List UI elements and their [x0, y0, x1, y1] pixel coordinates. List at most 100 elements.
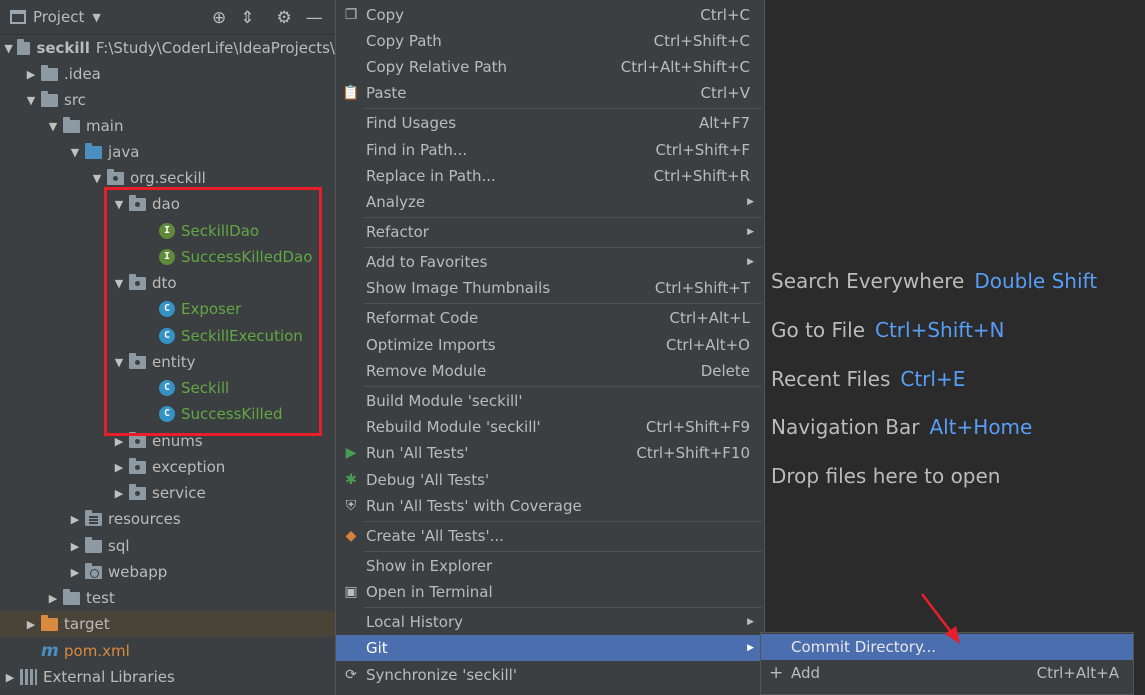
collapsed-arrow-icon[interactable]: ▶ [69, 513, 81, 526]
create-config-icon: ◆ [345, 528, 357, 544]
debug-bug-icon: ✱ [345, 472, 357, 488]
menu-item-build-module[interactable]: Build Module 'seckill' [336, 388, 764, 414]
collapsed-arrow-icon[interactable]: ▶ [69, 540, 81, 553]
chevron-down-icon[interactable]: ▼ [92, 11, 100, 24]
expanded-arrow-icon[interactable]: ▼ [69, 146, 81, 159]
hide-icon[interactable]: — [306, 8, 323, 28]
menu-item-synchronize[interactable]: ⟳ Synchronize 'seckill' [336, 662, 764, 688]
menu-item-show-in-explorer[interactable]: Show in Explorer [336, 553, 764, 579]
tree-node-external-libraries[interactable]: ▶ External Libraries [0, 664, 335, 690]
tree-node-exception[interactable]: ▶ exception [0, 454, 335, 480]
tree-node-service[interactable]: ▶ service [0, 480, 335, 506]
submenu-arrow-icon: ▶ [747, 643, 754, 653]
package-icon [107, 168, 124, 185]
hint-recent-files: Recent Files Ctrl+E [771, 367, 966, 391]
hint-search-everywhere: Search Everywhere Double Shift [771, 269, 1098, 293]
submenu-arrow-icon: ▶ [747, 197, 754, 207]
project-icon [10, 10, 26, 24]
menu-separator [364, 303, 762, 304]
copy-icon: ❐ [344, 7, 358, 23]
maven-icon: m [41, 641, 59, 661]
hint-navigation-bar: Navigation Bar Alt+Home [771, 415, 1033, 439]
hint-drop-files: Drop files here to open [771, 464, 1001, 488]
menu-separator [364, 607, 762, 608]
menu-item-remove-module[interactable]: Remove Module Delete [336, 358, 764, 384]
package-icon [129, 457, 146, 474]
menu-item-analyze[interactable]: Analyze ▶ [336, 189, 764, 215]
tree-node-main[interactable]: ▼ main [0, 113, 335, 139]
submenu-arrow-icon: ▶ [747, 227, 754, 237]
menu-item-create-all-tests[interactable]: ◆ Create 'All Tests'... [336, 523, 764, 549]
expanded-arrow-icon[interactable]: ▼ [47, 120, 59, 133]
tree-node-test[interactable]: ▶ test [0, 585, 335, 611]
menu-item-copy[interactable]: ❐ Copy Ctrl+C [336, 2, 764, 28]
menu-item-debug-all-tests[interactable]: ✱ Debug 'All Tests' [336, 467, 764, 493]
project-view-selector[interactable]: Project [33, 8, 84, 26]
locate-icon[interactable]: ⊕ [212, 8, 226, 28]
tree-node-webapp[interactable]: ▶ webapp [0, 559, 335, 585]
tree-node-seckill[interactable]: ▼ seckill F:\Study\CoderLife\IdeaProject… [0, 35, 335, 61]
collapsed-arrow-icon[interactable]: ▶ [69, 566, 81, 579]
menu-separator [364, 247, 762, 248]
highlight-annotation-box [104, 187, 322, 436]
package-icon [129, 483, 146, 500]
collapsed-arrow-icon[interactable]: ▶ [25, 68, 37, 81]
red-arrow-annotation [921, 593, 960, 644]
collapsed-arrow-icon[interactable]: ▶ [113, 435, 125, 448]
hint-go-to-file: Go to File Ctrl+Shift+N [771, 318, 1005, 342]
menu-item-optimize-imports[interactable]: Optimize Imports Ctrl+Alt+O [336, 332, 764, 358]
menu-item-copy-path[interactable]: Copy Path Ctrl+Shift+C [336, 28, 764, 54]
menu-item-find-in-path[interactable]: Find in Path... Ctrl+Shift+F [336, 137, 764, 163]
tree-node-resources[interactable]: ▶ resources [0, 506, 335, 532]
tree-node-pom-xml[interactable]: m pom.xml [0, 638, 335, 664]
gear-icon[interactable]: ⚙ [277, 8, 292, 28]
folder-icon [41, 64, 58, 81]
menu-item-refactor[interactable]: Refactor ▶ [336, 219, 764, 245]
excluded-folder-icon [41, 614, 58, 631]
collapsed-arrow-icon[interactable]: ▶ [113, 487, 125, 500]
expanded-arrow-icon[interactable]: ▼ [4, 42, 13, 55]
collapse-all-icon[interactable]: ⇕ [240, 8, 254, 28]
module-folder-icon [17, 38, 31, 55]
resources-folder-icon [85, 509, 102, 526]
collapsed-arrow-icon[interactable]: ▶ [113, 461, 125, 474]
project-panel: Project ▼ ⊕ ⇕ ⚙ — ▼ seckill F:\Study\Cod… [0, 0, 335, 695]
menu-item-copy-relative-path[interactable]: Copy Relative Path Ctrl+Alt+Shift+C [336, 54, 764, 80]
libraries-icon [20, 669, 37, 685]
expanded-arrow-icon[interactable]: ▼ [25, 94, 37, 107]
synchronize-icon: ⟳ [345, 667, 357, 683]
collapsed-arrow-icon[interactable]: ▶ [47, 592, 59, 605]
menu-item-run-with-coverage[interactable]: ⛨ Run 'All Tests' with Coverage [336, 493, 764, 519]
folder-icon [63, 588, 80, 605]
menu-item-local-history[interactable]: Local History ▶ [336, 609, 764, 635]
menu-item-show-image-thumbnails[interactable]: Show Image Thumbnails Ctrl+Shift+T [336, 275, 764, 301]
menu-item-reformat-code[interactable]: Reformat Code Ctrl+Alt+L [336, 305, 764, 331]
submenu-arrow-icon: ▶ [747, 617, 754, 627]
folder-icon [85, 536, 102, 553]
tree-node-idea[interactable]: ▶ .idea [0, 61, 335, 87]
package-icon [129, 431, 146, 448]
menu-item-open-in-terminal[interactable]: ▣ Open in Terminal [336, 579, 764, 605]
expanded-arrow-icon[interactable]: ▼ [91, 172, 103, 185]
submenu-item-add[interactable]: + Add Ctrl+Alt+A [761, 660, 1133, 686]
menu-separator [364, 521, 762, 522]
folder-icon [41, 90, 58, 107]
coverage-shield-icon: ⛨ [345, 498, 357, 514]
source-folder-icon [85, 142, 102, 159]
menu-item-git[interactable]: Git ▶ [336, 635, 764, 661]
menu-item-add-to-favorites[interactable]: Add to Favorites ▶ [336, 249, 764, 275]
tree-node-src[interactable]: ▼ src [0, 87, 335, 113]
menu-item-paste[interactable]: 📋 Paste Ctrl+V [336, 80, 764, 106]
menu-item-rebuild-module[interactable]: Rebuild Module 'seckill' Ctrl+Shift+F9 [336, 414, 764, 440]
tree-node-java[interactable]: ▼ java [0, 139, 335, 165]
collapsed-arrow-icon[interactable]: ▶ [4, 671, 16, 684]
menu-item-replace-in-path[interactable]: Replace in Path... Ctrl+Shift+R [336, 163, 764, 189]
menu-item-find-usages[interactable]: Find Usages Alt+F7 [336, 110, 764, 136]
menu-item-run-all-tests[interactable]: ▶ Run 'All Tests' Ctrl+Shift+F10 [336, 440, 764, 466]
tree-node-sql[interactable]: ▶ sql [0, 533, 335, 559]
collapsed-arrow-icon[interactable]: ▶ [25, 618, 37, 631]
paste-icon: 📋 [342, 85, 360, 101]
tree-node-target[interactable]: ▶ target [0, 611, 335, 637]
folder-icon [63, 116, 80, 133]
menu-separator [364, 217, 762, 218]
